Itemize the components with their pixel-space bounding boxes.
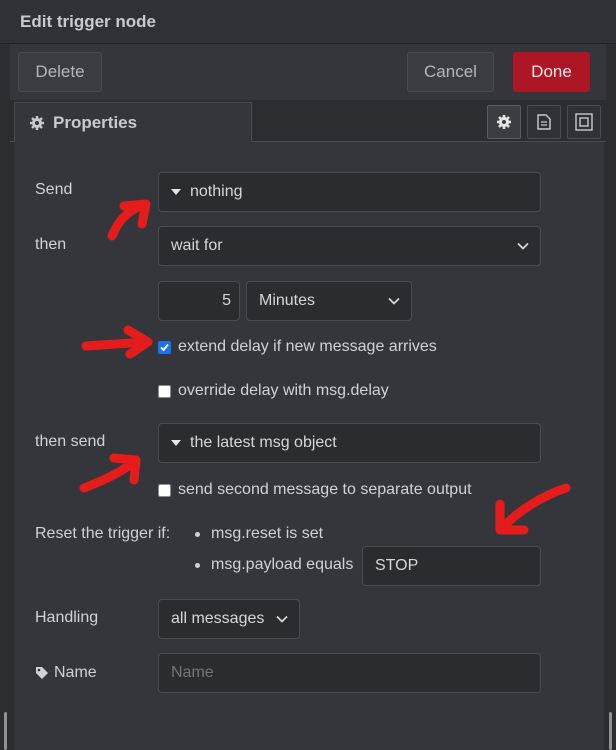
reset-msg-text: msg.reset is set <box>211 525 324 542</box>
then-send-typed-input[interactable]: the latest msg object <box>158 423 541 463</box>
send-typed-input[interactable]: nothing <box>158 172 541 212</box>
done-button[interactable]: Done <box>513 52 590 92</box>
delay-unit-select[interactable]: Minutes <box>246 281 412 321</box>
dialog-toolbar: Delete Cancel Done <box>10 44 606 100</box>
check-icon <box>160 343 169 351</box>
chevron-down-icon <box>517 242 529 250</box>
reset-payload-value: STOP <box>375 557 419 574</box>
second-output-checkbox-row[interactable]: send second message to separate output <box>158 481 472 499</box>
bullet-dot <box>195 562 200 568</box>
gear-icon <box>497 115 511 129</box>
name-input[interactable] <box>158 653 541 693</box>
send-value: nothing <box>190 183 243 200</box>
tab-description[interactable] <box>527 105 561 139</box>
bullet-dot <box>195 531 200 537</box>
dialog-title: Edit trigger node <box>20 12 156 31</box>
tab-bar: Properties <box>10 100 606 143</box>
reset-label: Reset the trigger if: <box>35 525 171 542</box>
delete-button[interactable]: Delete <box>18 52 102 92</box>
frame-icon <box>575 113 593 131</box>
send-label: Send <box>35 181 73 198</box>
handling-value: all messages <box>171 610 265 627</box>
reset-payload-item: msg.payload equals <box>195 556 353 574</box>
then-label: then <box>35 236 67 253</box>
then-send-label: then send <box>35 433 106 450</box>
caret-down-icon <box>171 189 181 195</box>
handling-label: Handling <box>35 609 99 626</box>
chevron-down-icon <box>276 615 288 623</box>
then-select[interactable]: wait for <box>158 226 541 266</box>
reset-msg-item: msg.reset is set <box>195 525 323 543</box>
delay-input[interactable]: 5 <box>158 281 240 321</box>
tab-properties-label: Properties <box>53 113 138 132</box>
reset-payload-input[interactable]: STOP <box>362 546 541 586</box>
dialog-titlebar: Edit trigger node <box>0 0 616 44</box>
right-scrollbar[interactable] <box>609 712 612 750</box>
tag-icon <box>36 667 48 679</box>
then-value: wait for <box>171 237 223 254</box>
tab-appearance[interactable] <box>567 105 601 139</box>
override-delay-label: override delay with msg.delay <box>178 382 389 399</box>
name-label-row: Name <box>35 664 97 682</box>
extend-delay-checkbox[interactable] <box>158 340 171 354</box>
left-scrollbar[interactable] <box>4 712 7 750</box>
gear-icon <box>30 116 44 130</box>
caret-down-icon <box>171 440 181 446</box>
second-output-label: send second message to separate output <box>178 481 472 498</box>
delay-unit-value: Minutes <box>259 292 316 309</box>
override-delay-checkbox[interactable] <box>158 384 171 398</box>
chevron-down-icon <box>388 297 400 305</box>
handling-select[interactable]: all messages <box>158 599 300 639</box>
cancel-button[interactable]: Cancel <box>407 52 494 92</box>
tab-settings[interactable] <box>487 105 521 139</box>
properties-panel: Send nothing then wait for 5 Minutes ext… <box>14 142 604 750</box>
second-output-checkbox[interactable] <box>158 483 171 497</box>
tab-properties[interactable]: Properties <box>14 102 252 143</box>
document-icon <box>537 114 551 130</box>
reset-payload-text: msg.payload equals <box>211 556 354 573</box>
override-delay-checkbox-row[interactable]: override delay with msg.delay <box>158 382 389 400</box>
extend-delay-label: extend delay if new message arrives <box>178 338 437 355</box>
then-send-value: the latest msg object <box>190 434 337 451</box>
extend-delay-checkbox-row[interactable]: extend delay if new message arrives <box>158 338 437 356</box>
name-label: Name <box>54 664 97 681</box>
delay-value: 5 <box>222 292 231 309</box>
